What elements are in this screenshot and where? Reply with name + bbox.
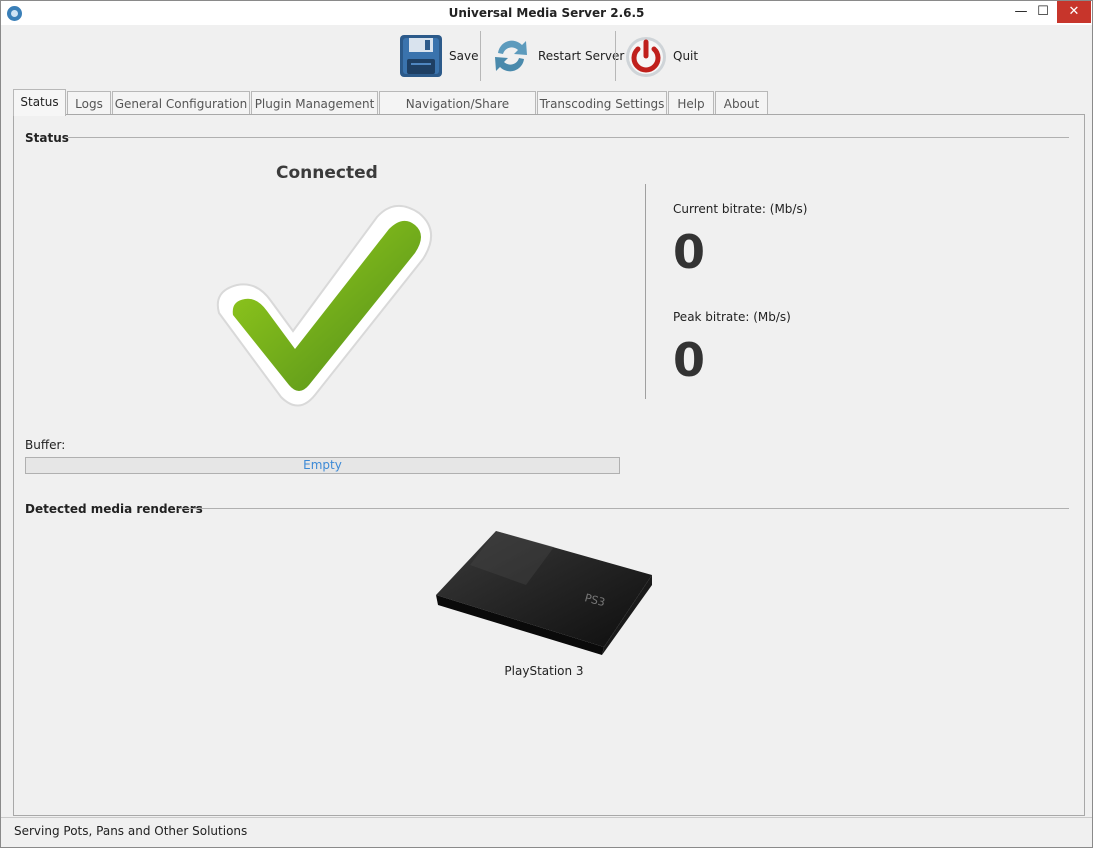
toolbar-separator	[615, 31, 616, 81]
checkmark-icon	[216, 205, 432, 407]
restart-server-label: Restart Server	[538, 49, 625, 63]
current-bitrate-value: 0	[673, 225, 706, 279]
renderers-section-title: Detected media renderers	[25, 502, 203, 516]
status-section-title: Status	[25, 131, 69, 145]
peak-bitrate-label: Peak bitrate: (Mb/s)	[673, 310, 791, 324]
toolbar: Save Restart Server Quit	[1, 25, 1092, 87]
floppy-disk-icon	[400, 35, 442, 77]
power-icon	[626, 37, 666, 77]
tab-navigation-share-settings[interactable]: Navigation/Share Settings	[379, 91, 536, 135]
tab-logs[interactable]: Logs	[67, 91, 111, 115]
renderer-name: PlayStation 3	[504, 664, 584, 678]
toolbar-separator	[480, 31, 481, 81]
peak-bitrate-value: 0	[673, 333, 706, 387]
current-bitrate-label: Current bitrate: (Mb/s)	[673, 202, 808, 216]
section-divider	[68, 137, 1069, 138]
save-label: Save	[449, 49, 479, 63]
renderer-item[interactable]: PS3 PlayStation 3	[434, 529, 654, 678]
status-bar: Serving Pots, Pans and Other Solutions	[1, 817, 1092, 848]
quit-button[interactable]: Quit	[625, 29, 698, 83]
title-bar[interactable]: Universal Media Server 2.6.5 — ☐ ✕	[1, 1, 1092, 25]
buffer-progress-bar: Empty	[25, 457, 620, 474]
window-title: Universal Media Server 2.6.5	[448, 6, 645, 20]
tab-transcoding-settings[interactable]: Transcoding Settings	[537, 91, 667, 115]
status-panel: Status Connected Current bitrate: (Mb/s)…	[13, 114, 1085, 816]
main-window: Universal Media Server 2.6.5 — ☐ ✕ Save …	[0, 0, 1093, 848]
tab-help[interactable]: Help	[668, 91, 714, 115]
restart-server-button[interactable]: Restart Server	[490, 29, 624, 83]
close-button[interactable]: ✕	[1057, 1, 1091, 23]
tab-about[interactable]: About	[715, 91, 768, 115]
save-button[interactable]: Save	[399, 29, 478, 83]
tab-general-configuration[interactable]: General Configuration	[112, 91, 250, 115]
connection-status: Connected	[276, 163, 378, 183]
buffer-progress-text: Empty	[303, 458, 342, 472]
buffer-label: Buffer:	[25, 438, 66, 452]
status-bar-text: Serving Pots, Pans and Other Solutions	[14, 824, 248, 838]
quit-label: Quit	[673, 49, 699, 63]
section-divider	[178, 508, 1069, 509]
tab-plugin-management[interactable]: Plugin Management	[251, 91, 378, 115]
tab-status[interactable]: Status	[13, 89, 66, 116]
ps3-console-icon: PS3	[436, 531, 652, 655]
vertical-divider	[645, 184, 646, 399]
restart-arrows-icon	[495, 40, 527, 72]
maximize-button[interactable]: ☐	[1028, 1, 1058, 23]
